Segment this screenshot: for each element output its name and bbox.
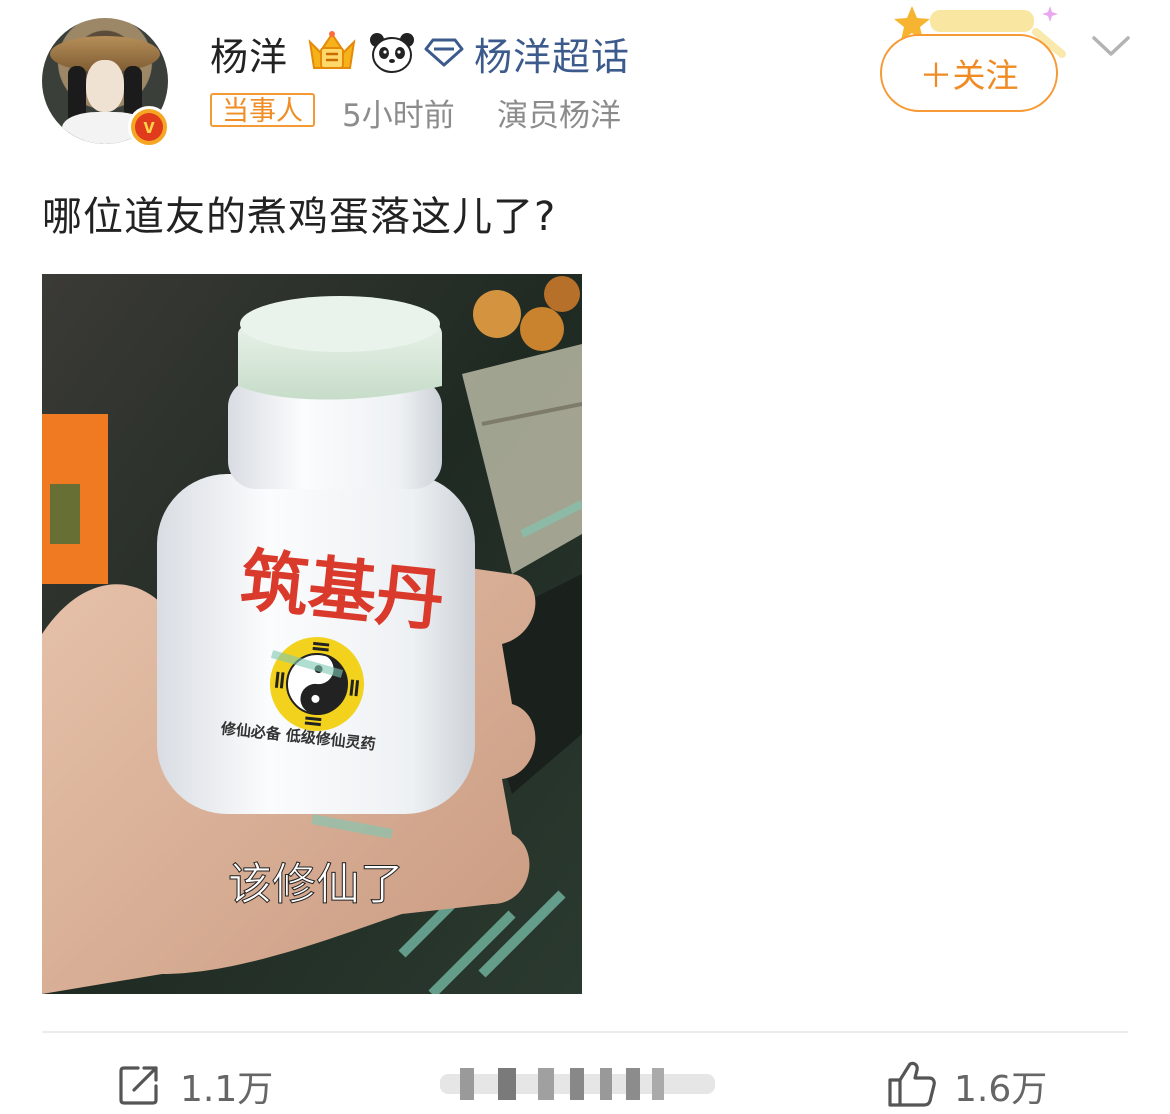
username[interactable]: 杨洋 — [210, 26, 288, 81]
post-time: 5小时前 — [342, 98, 455, 134]
supertopic-link[interactable]: 杨洋超话 — [474, 26, 630, 81]
share-count[interactable]: 1.1万 — [180, 1060, 273, 1112]
verified-v-icon: v — [128, 106, 170, 148]
panda-badge-icon[interactable] — [368, 30, 416, 74]
divider — [42, 1031, 1128, 1033]
like-icon[interactable] — [886, 1060, 936, 1108]
diamond-icon[interactable] — [424, 36, 464, 68]
chevron-down-icon[interactable] — [1090, 30, 1132, 60]
tag-badge: 当事人 — [210, 93, 315, 127]
like-count[interactable]: 1.6万 — [954, 1060, 1047, 1112]
share-icon[interactable] — [118, 1064, 160, 1106]
follow-button[interactable]: ＋关注 — [880, 34, 1058, 112]
comment-count-redacted[interactable] — [440, 1066, 715, 1102]
post-source: 演员杨洋 — [497, 98, 621, 134]
image-caption: 该修仙了 — [228, 859, 404, 910]
post-text: 哪位道友的煮鸡蛋落这儿了? — [42, 194, 557, 240]
crown-badge-icon[interactable] — [306, 28, 358, 74]
post-image[interactable]: 筑基丹 修仙必备 低级修仙灵药 该修仙了 — [42, 274, 582, 994]
post-image-illustration: 筑基丹 修仙必备 低级修仙灵药 该修仙了 — [42, 274, 582, 994]
